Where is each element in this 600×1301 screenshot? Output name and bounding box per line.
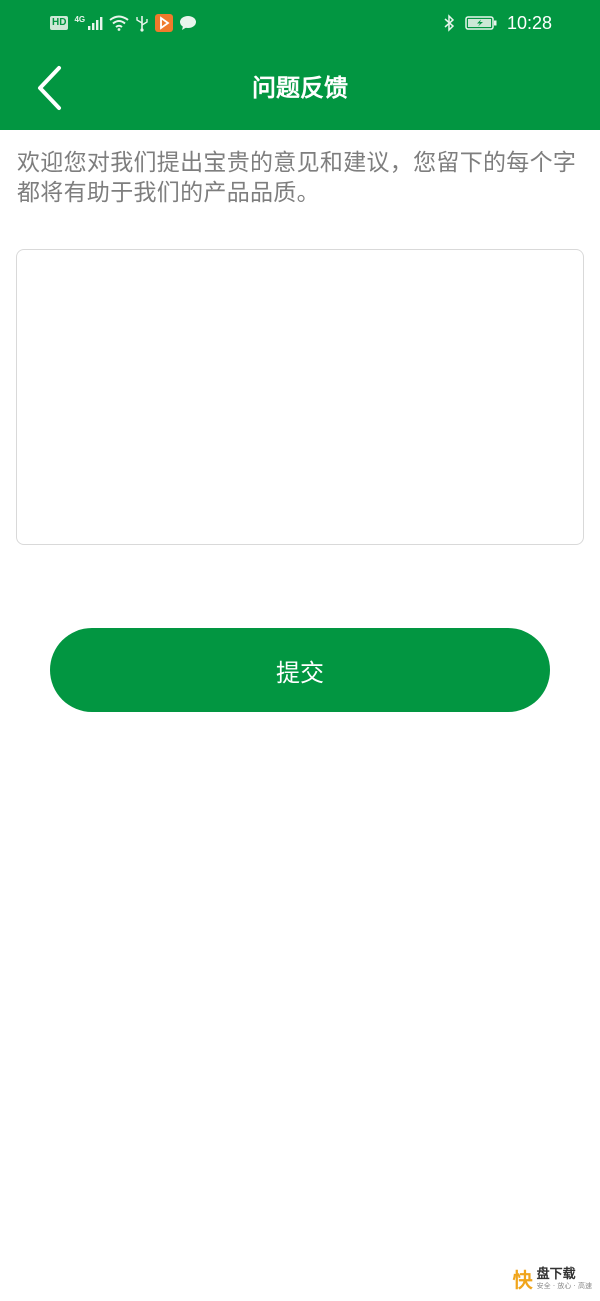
watermark-text: 盘下载 安全 · 放心 · 高速: [537, 1267, 592, 1291]
watermark-kuai: 快: [512, 1268, 533, 1292]
clock: 10:28: [506, 12, 552, 33]
bluetooth-icon: [444, 14, 455, 32]
chat-icon: [180, 16, 197, 30]
page-title: 问题反馈: [252, 74, 348, 102]
app-notification-icon: [155, 14, 174, 32]
watermark-name: 盘下载: [536, 1266, 576, 1282]
back-button[interactable]: [22, 62, 78, 114]
network-type-label: 4G: [74, 14, 86, 24]
signal-icon: [88, 17, 103, 30]
feedback-page: HD 4G 10:28 问题反馈 欢迎您对我们提出宝贵的意见和建议，您留下的每个…: [0, 0, 600, 1301]
intro-text: 欢迎您对我们提出宝贵的意见和建议，您留下的每个字都将有助于我们的产品品质。: [17, 150, 577, 206]
status-bar: HD 4G 10:28: [0, 0, 600, 46]
status-left-group: HD 4G: [50, 12, 197, 34]
wifi-icon: [109, 15, 129, 31]
status-right-group: 10:28: [443, 12, 552, 34]
usb-icon: [136, 16, 148, 32]
feedback-input[interactable]: [16, 249, 584, 545]
watermark-logo: 快 盘下载 安全 · 放心 · 高速: [513, 1264, 592, 1293]
submit-button[interactable]: 提交: [50, 628, 550, 712]
hd-icon: HD: [50, 16, 69, 30]
app-header: 问题反馈: [0, 46, 600, 130]
battery-icon: [465, 16, 497, 30]
watermark-slogan: 安全 · 放心 · 高速: [536, 1281, 592, 1290]
chevron-left-icon: [38, 66, 61, 110]
